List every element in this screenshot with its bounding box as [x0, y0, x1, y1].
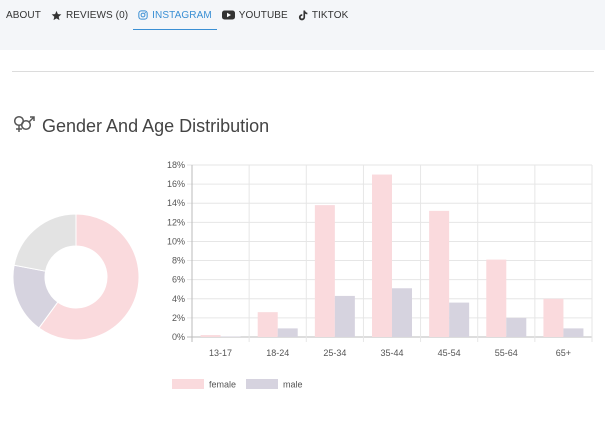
tab-about[interactable]: ABOUT — [0, 0, 46, 30]
y-tick-label: 18% — [167, 160, 185, 170]
legend-label: female — [209, 380, 236, 390]
y-tick-label: 14% — [167, 198, 185, 208]
bar-female — [429, 210, 450, 337]
tab-label: REVIEWS (0) — [65, 9, 129, 21]
y-tick-label: 4% — [172, 294, 185, 304]
bar-male — [277, 328, 298, 337]
section-title: Gender And Age Distribution — [42, 116, 270, 136]
gender-icon — [12, 114, 36, 139]
bar-female — [486, 259, 507, 337]
tiktok-icon — [298, 10, 308, 21]
bar-female — [200, 335, 221, 337]
y-tick-label: 8% — [172, 256, 185, 266]
x-tick-label: 35-44 — [380, 348, 403, 358]
bar-male — [449, 302, 470, 337]
x-tick-label: 18-24 — [266, 348, 289, 358]
y-tick-label: 10% — [167, 236, 185, 246]
tab-instagram[interactable]: INSTAGRAM — [133, 0, 217, 30]
donut-slice — [13, 213, 77, 272]
age-bar-chart: 0% 2% 4% 6% 8% 10% 12% 14% 16% 18% 13-17 18-24 25-34… — [167, 160, 593, 390]
divider — [12, 71, 594, 72]
y-tick-label: 12% — [167, 217, 185, 227]
legend-swatch — [172, 379, 204, 389]
bar-male — [392, 288, 412, 337]
tab-youtube[interactable]: YOUTUBE — [217, 0, 293, 30]
bar-female — [372, 174, 392, 337]
tab-label: TIKTOK — [311, 9, 349, 21]
gender-donut-chart — [12, 213, 140, 341]
bar-male — [563, 328, 584, 337]
y-tick-label: 6% — [172, 275, 185, 285]
y-tick-label: 2% — [172, 313, 185, 323]
bar-female — [314, 205, 335, 337]
instagram-icon — [138, 10, 148, 20]
x-tick-label: 25-34 — [323, 348, 346, 358]
bar-female — [257, 312, 278, 337]
x-tick-label: 65+ — [556, 348, 571, 358]
youtube-icon — [221, 10, 235, 20]
profile-tab-bar: ABOUT REVIEWS (0) INSTAGRAM YOUTUBE TIKT… — [0, 0, 605, 30]
y-tick-label: 0% — [172, 332, 185, 342]
tab-label: INSTAGRAM — [152, 9, 212, 21]
tab-label: ABOUT — [6, 9, 41, 21]
tab-reviews[interactable]: REVIEWS (0) — [46, 0, 133, 30]
legend-label: male — [283, 380, 303, 390]
legend-swatch — [246, 379, 278, 389]
x-tick-label: 45-54 — [438, 348, 461, 358]
x-tick-label: 13-17 — [209, 348, 232, 358]
x-tick-label: 55-64 — [495, 348, 518, 358]
tab-label: YOUTUBE — [238, 9, 288, 21]
bar-male — [506, 317, 527, 337]
section-heading: Gender And Age Distribution — [12, 114, 269, 139]
tab-tiktok[interactable]: TIKTOK — [293, 0, 354, 30]
y-tick-label: 16% — [167, 179, 185, 189]
star-icon — [51, 10, 62, 21]
bar-female — [543, 298, 564, 337]
bar-male — [334, 295, 355, 337]
